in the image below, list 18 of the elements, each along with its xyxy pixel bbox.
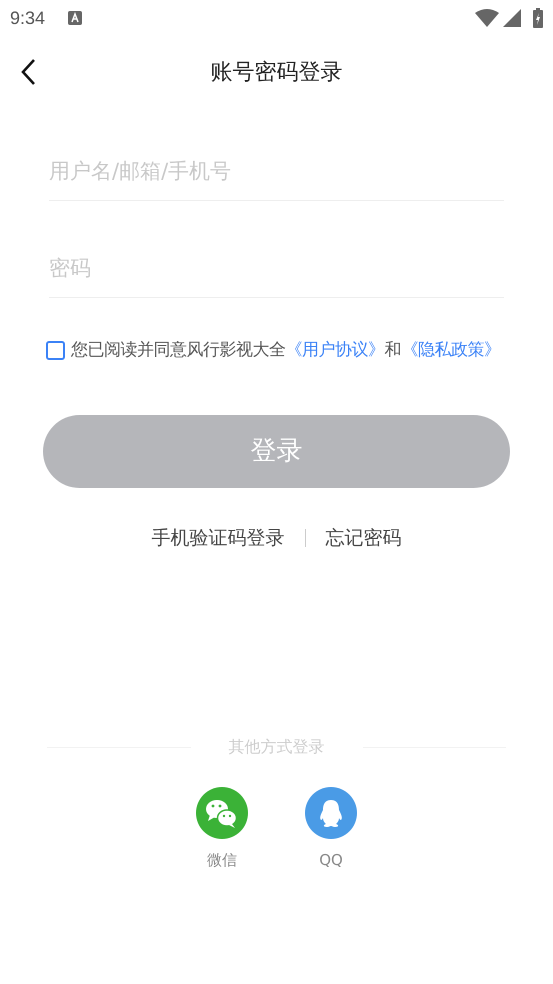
page-title: 账号密码登录 xyxy=(210,58,342,86)
battery-icon xyxy=(533,8,543,28)
wifi-icon xyxy=(475,9,499,27)
agreement-text: 您已阅读并同意风行影视大全 xyxy=(71,339,286,362)
agreement-checkbox[interactable] xyxy=(46,341,65,360)
wechat-login-button[interactable]: 微信 xyxy=(196,787,248,872)
forgot-password-link[interactable]: 忘记密码 xyxy=(326,524,402,552)
privacy-policy-link[interactable]: 《隐私政策》 xyxy=(402,338,500,364)
chat-bubbles-icon xyxy=(196,787,248,839)
user-agreement-link[interactable]: 《用户协议》 xyxy=(286,338,384,364)
penguin-icon xyxy=(305,787,357,839)
signal-icon xyxy=(503,9,521,27)
keyboard-notification-icon xyxy=(68,11,82,25)
back-icon xyxy=(20,58,36,86)
sms-login-link[interactable]: 手机验证码登录 xyxy=(152,524,284,552)
status-time: 9:34 xyxy=(10,6,46,30)
qq-login-button[interactable]: QQ xyxy=(305,787,357,872)
agreement-conjunction: 和 xyxy=(384,339,402,362)
